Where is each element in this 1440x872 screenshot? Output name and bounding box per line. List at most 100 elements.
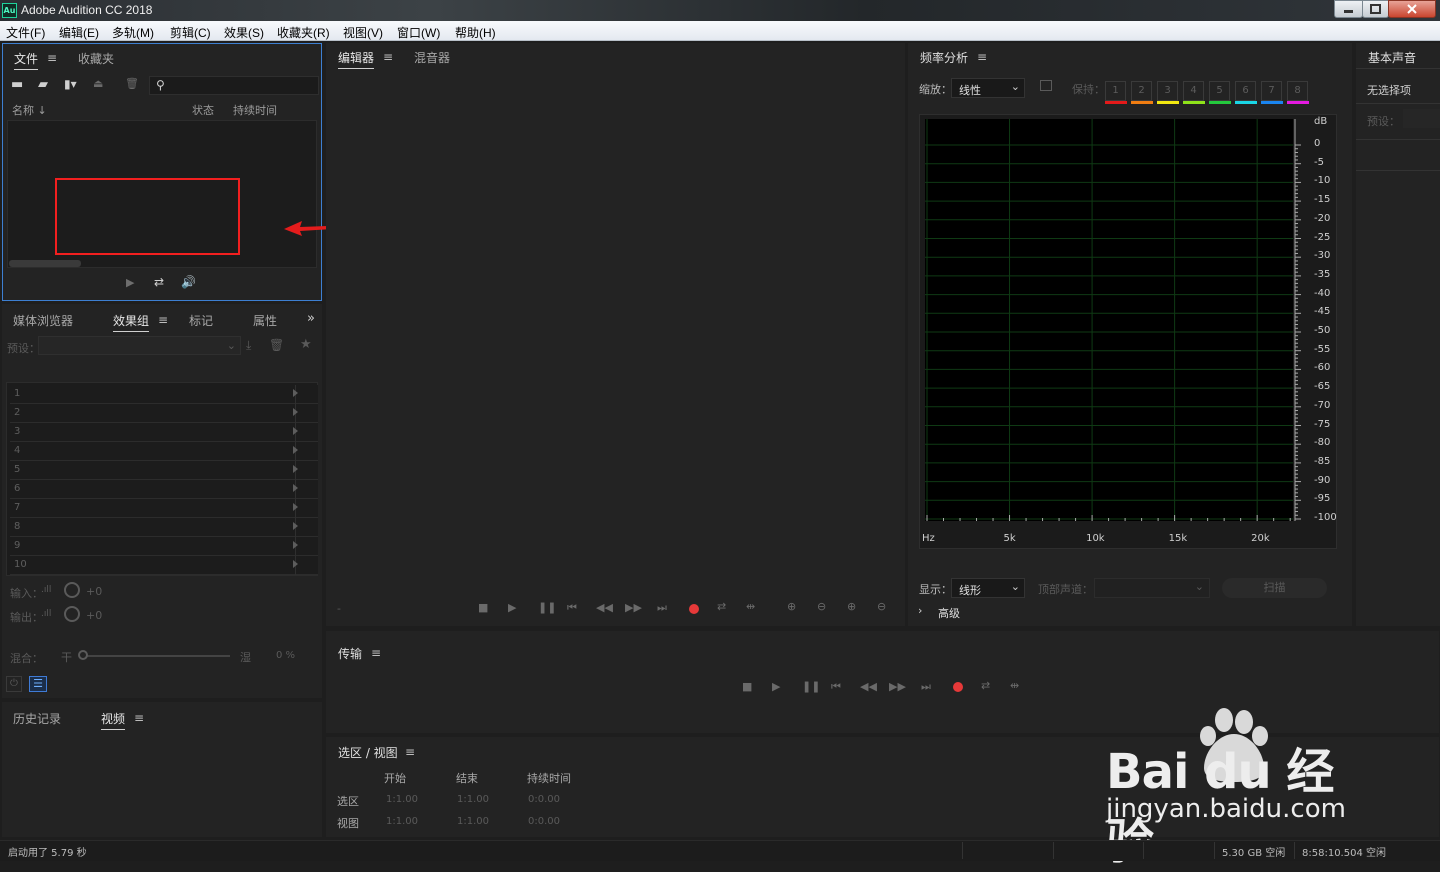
record-icon[interactable] [689, 604, 699, 614]
effect-slot[interactable]: 3 [10, 423, 318, 442]
delete-icon[interactable]: 🗑 [125, 77, 139, 90]
tab-media-browser[interactable]: 媒体浏览器 [13, 312, 73, 329]
tab-editor[interactable]: 编辑器 [338, 49, 375, 69]
top-channel-select[interactable]: ⌄ [1094, 578, 1210, 598]
spectrum-plot[interactable] [925, 119, 1302, 521]
panel-menu-icon[interactable]: ≡ [47, 51, 57, 65]
skip-icon[interactable]: ⇹ [1010, 679, 1019, 692]
slot-menu-icon[interactable] [293, 560, 298, 568]
loop-icon[interactable]: ⇄ [981, 679, 990, 692]
hold-channel-2[interactable]: 2 [1131, 81, 1152, 101]
tab-history[interactable]: 历史记录 [13, 710, 61, 727]
mix-slider[interactable] [80, 655, 230, 657]
rewind-icon[interactable]: ◀◀ [596, 601, 613, 614]
tab-video[interactable]: 视频 [101, 710, 126, 730]
preset-select[interactable]: ⌄ [38, 336, 241, 355]
column-duration[interactable]: 持续时间 [233, 102, 277, 118]
record-icon[interactable] [953, 682, 963, 692]
skip-back-icon[interactable]: ⏮ [567, 601, 577, 615]
menu-effects[interactable]: 效果(S) [224, 24, 264, 41]
tab-favorites[interactable]: 收藏夹 [78, 50, 114, 67]
favorite-star-icon[interactable]: ★ [300, 337, 312, 352]
save-preset-icon[interactable]: ⤓ [246, 338, 251, 353]
zoom-out-amplitude-icon[interactable]: ⊖ [817, 600, 826, 613]
effect-slot[interactable]: 9 [10, 537, 318, 556]
hold-channel-4[interactable]: 4 [1183, 81, 1204, 101]
menu-window[interactable]: 窗口(W) [397, 24, 440, 41]
menu-favorites[interactable]: 收藏夹(R) [277, 24, 330, 41]
more-tabs-icon[interactable]: » [307, 311, 315, 326]
hold-channel-8[interactable]: 8 [1287, 81, 1308, 101]
import-icon[interactable]: ▰ [38, 77, 48, 92]
effect-slot[interactable]: 6 [10, 480, 318, 499]
rewind-icon[interactable]: ◀◀ [860, 680, 877, 693]
new-file-icon[interactable]: ▮▾ [64, 77, 77, 91]
panel-menu-icon[interactable]: ≡ [158, 313, 168, 327]
selection-start-field[interactable]: 1:1.00 [386, 794, 418, 805]
minimize-button[interactable] [1334, 0, 1363, 18]
view-end-field[interactable]: 1:1.00 [457, 816, 489, 827]
hold-channel-5[interactable]: 5 [1209, 81, 1230, 101]
zoom-out-time-icon[interactable]: ⊖ [877, 600, 886, 613]
menu-multitrack[interactable]: 多轨(M) [112, 24, 154, 41]
stop-icon[interactable]: ■ [742, 680, 752, 693]
play-icon[interactable]: ▶ [508, 601, 516, 614]
effect-slot[interactable]: 10 [10, 556, 318, 575]
skip-icon[interactable]: ⇹ [746, 600, 755, 613]
panel-menu-icon[interactable]: ≡ [134, 711, 144, 725]
slot-menu-icon[interactable] [293, 541, 298, 549]
slot-menu-icon[interactable] [293, 503, 298, 511]
effect-slot[interactable]: 8 [10, 518, 318, 537]
loop-icon[interactable]: ⇄ [717, 600, 726, 613]
list-view-icon[interactable]: ☰ [29, 676, 47, 692]
open-folder-icon[interactable]: ▬ [11, 77, 23, 92]
search-input[interactable]: ⚲ [149, 76, 319, 95]
menu-view[interactable]: 视图(V) [343, 24, 383, 41]
power-icon[interactable]: ⏻ [6, 676, 22, 692]
delete-preset-icon[interactable]: 🗑 [269, 338, 284, 352]
panel-menu-icon[interactable]: ≡ [977, 50, 987, 64]
horizontal-scrollbar[interactable] [9, 260, 81, 267]
expand-chevron-icon[interactable]: › [918, 604, 922, 617]
effect-slot[interactable]: 4 [10, 442, 318, 461]
tab-markers[interactable]: 标记 [189, 312, 213, 329]
effect-slot[interactable]: 2 [10, 404, 318, 423]
close-button[interactable] [1388, 0, 1436, 18]
slot-menu-icon[interactable] [293, 522, 298, 530]
hold-channel-7[interactable]: 7 [1261, 81, 1282, 101]
column-status[interactable]: 状态 [192, 102, 214, 118]
output-gain-knob[interactable] [64, 606, 80, 622]
effect-slot[interactable]: 7 [10, 499, 318, 518]
pause-icon[interactable]: ❚❚ [538, 601, 556, 614]
loop-icon[interactable]: ⇄ [154, 275, 164, 289]
insert-icon[interactable]: ⏏ [93, 77, 103, 90]
selection-duration-field[interactable]: 0:0.00 [528, 794, 560, 805]
zoom-in-time-icon[interactable]: ⊕ [847, 600, 856, 613]
hold-channel-1[interactable]: 1 [1105, 81, 1126, 101]
view-start-field[interactable]: 1:1.00 [386, 816, 418, 827]
hold-checkbox[interactable] [1040, 80, 1052, 91]
menu-edit[interactable]: 编辑(E) [59, 24, 99, 41]
play-icon[interactable]: ▶ [126, 276, 134, 289]
effect-slot[interactable]: 5 [10, 461, 318, 480]
hold-channel-3[interactable]: 3 [1157, 81, 1178, 101]
menu-clip[interactable]: 剪辑(C) [170, 24, 211, 41]
tab-properties[interactable]: 属性 [253, 312, 277, 329]
maximize-button[interactable] [1362, 0, 1389, 18]
hold-channel-6[interactable]: 6 [1235, 81, 1256, 101]
preset-select[interactable] [1403, 109, 1440, 128]
fast-forward-icon[interactable]: ▶▶ [889, 680, 906, 693]
auto-play-icon[interactable]: 🔊 [181, 275, 196, 289]
skip-back-icon[interactable]: ⏮ [831, 680, 841, 694]
display-select[interactable]: 线形 ⌄ [951, 578, 1025, 598]
tab-mixer[interactable]: 混音器 [414, 49, 450, 66]
slot-menu-icon[interactable] [293, 427, 298, 435]
fast-forward-icon[interactable]: ▶▶ [625, 601, 642, 614]
zoom-select[interactable]: 线性 ⌄ [951, 78, 1025, 98]
skip-forward-icon[interactable]: ⏭ [657, 601, 667, 615]
advanced-label[interactable]: 高级 [938, 605, 960, 621]
slot-menu-icon[interactable] [293, 484, 298, 492]
mix-slider-handle[interactable] [78, 650, 88, 660]
slot-menu-icon[interactable] [293, 408, 298, 416]
scan-button[interactable]: 扫描 [1222, 578, 1327, 598]
